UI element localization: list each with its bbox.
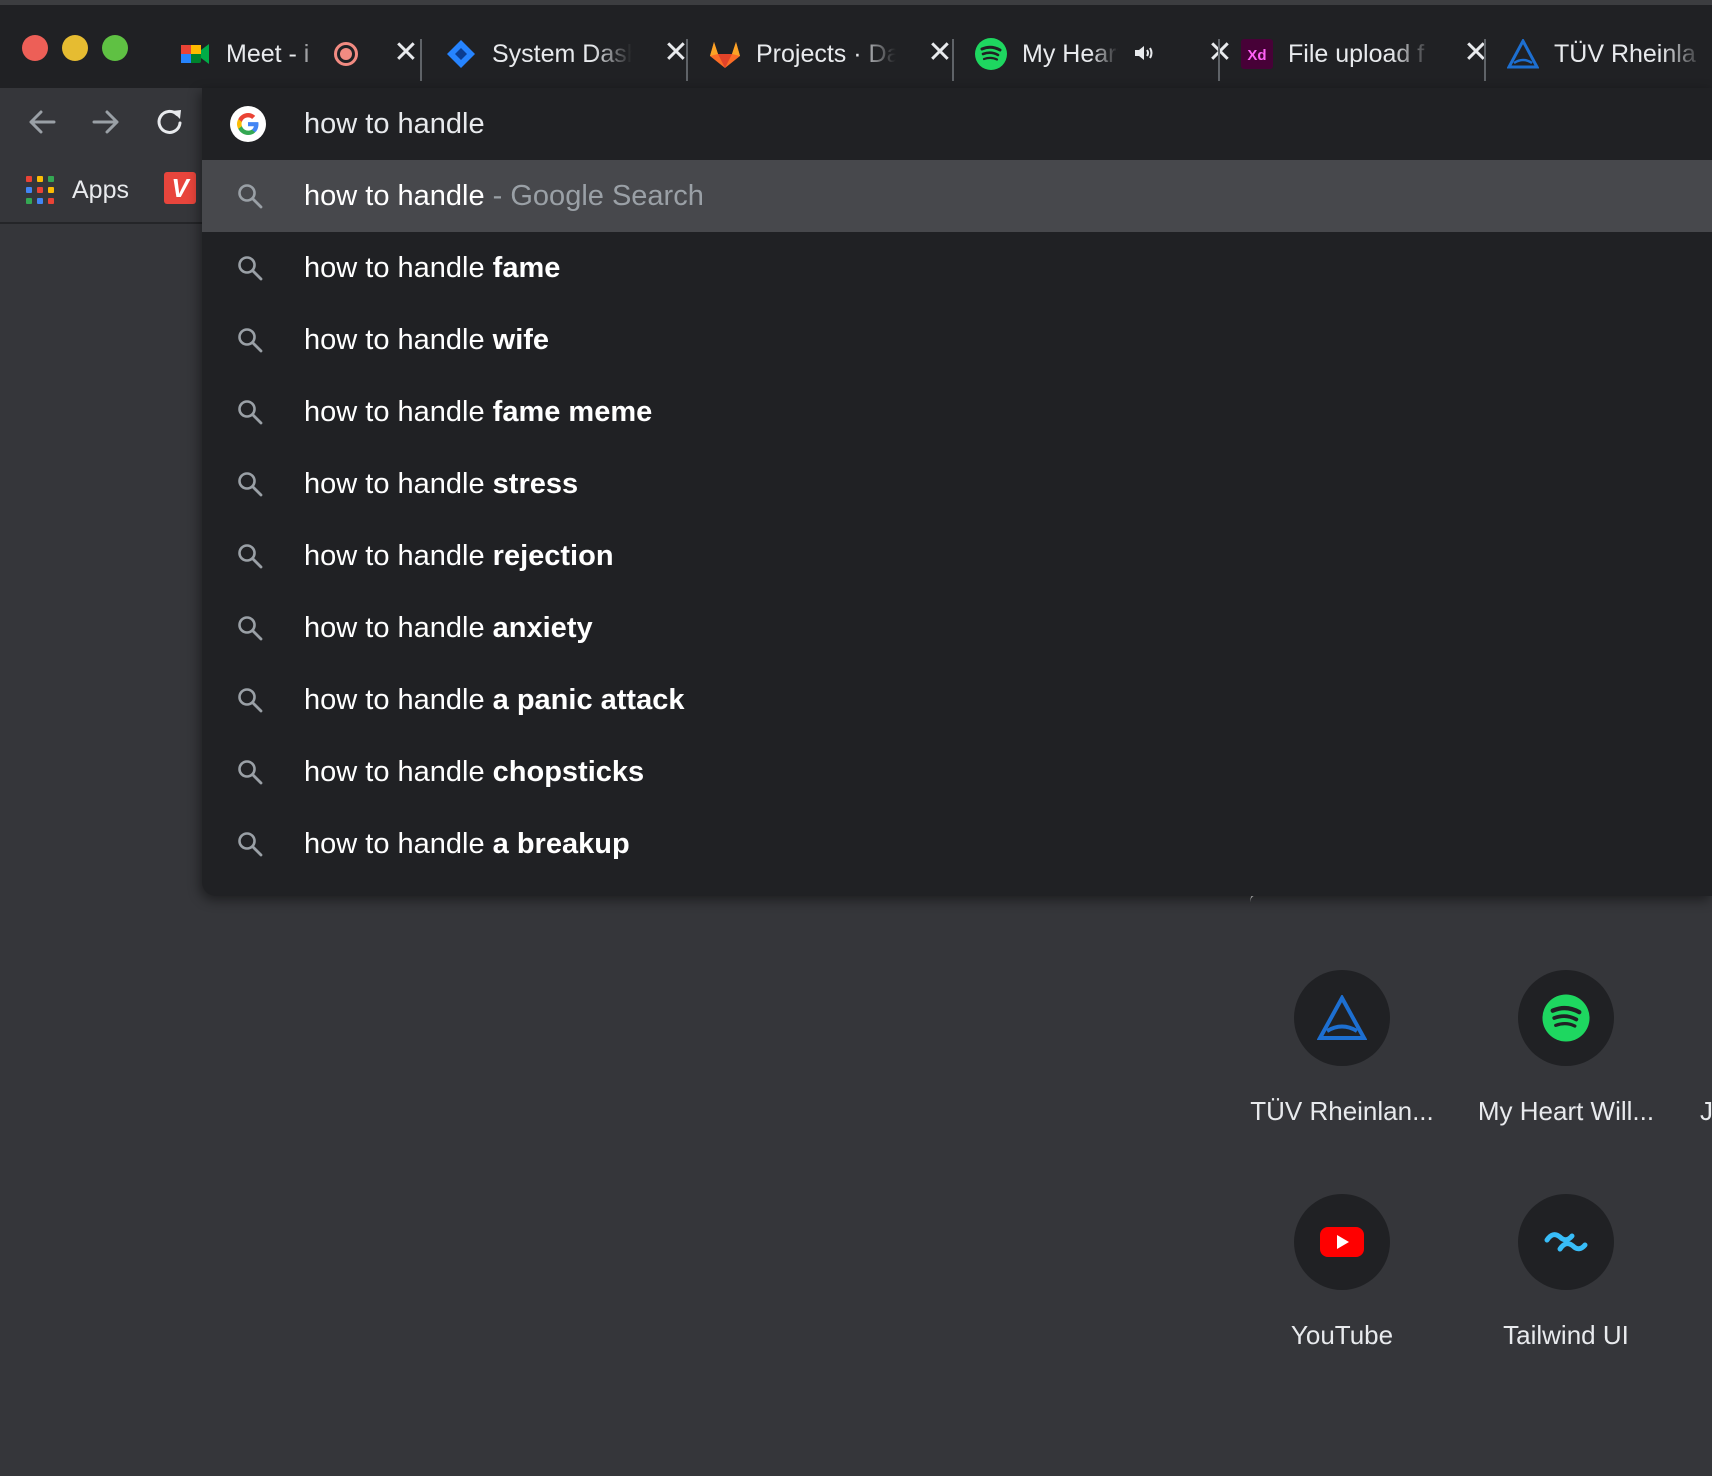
tab-separator: [1218, 39, 1220, 81]
tuv-icon: [1506, 37, 1540, 71]
google-icon: [230, 106, 266, 142]
suggestion-text: how to handle a panic attack: [304, 683, 685, 716]
search-icon: [236, 758, 264, 786]
shortcut-label: TÜV Rheinlan...: [1250, 1096, 1434, 1126]
arrow-left-icon: [29, 110, 56, 134]
search-icon: [236, 182, 264, 210]
tab-spotify[interactable]: My Heart ✕: [974, 27, 1234, 81]
tab-adobe-xd[interactable]: Xd File upload f ✕: [1240, 27, 1500, 81]
tab-title: File upload f: [1288, 39, 1425, 68]
tab-close-button[interactable]: ✕: [392, 38, 420, 68]
tab-title: My Heart: [1022, 39, 1118, 68]
suggestion-text: how to handle chopsticks: [304, 755, 645, 788]
suggestion-list: how to handle - Google Search how to han…: [202, 160, 1712, 880]
bookmark-apps-label: Apps: [72, 175, 129, 204]
tab-title: Projects · Da: [756, 39, 896, 68]
shortcut-label: YouTube: [1290, 1320, 1394, 1350]
tab-title: TÜV Rheinla: [1554, 39, 1696, 68]
omnibox-input-row: [202, 88, 1712, 160]
omnibox-input[interactable]: [304, 102, 1604, 146]
reload-icon: [157, 109, 182, 134]
search-icon: [236, 254, 264, 282]
maximize-window-button[interactable]: [102, 35, 128, 61]
tab-title: Meet - i: [226, 39, 310, 68]
gitlab-icon: [708, 37, 742, 71]
forward-button[interactable]: [86, 102, 126, 142]
tab-separator: [952, 39, 954, 81]
suggestion-row[interactable]: how to handle stress: [202, 448, 1712, 520]
suggestion-row[interactable]: how to handle chopsticks: [202, 736, 1712, 808]
tab-gitlab-projects[interactable]: Projects · Da ✕: [708, 27, 968, 81]
suggestion-row[interactable]: how to handle a breakup: [202, 808, 1712, 880]
adobe-xd-icon: Xd: [1240, 37, 1274, 71]
spotify-icon: [1518, 970, 1614, 1066]
search-icon: [236, 470, 264, 498]
suggestion-text: how to handle rejection: [304, 539, 614, 572]
suggestion-row[interactable]: how to handle fame meme: [202, 376, 1712, 448]
search-icon: [236, 326, 264, 354]
back-button[interactable]: [22, 102, 62, 142]
tab-separator: [1484, 39, 1486, 81]
suggestion-row[interactable]: how to handle a panic attack: [202, 664, 1712, 736]
search-icon: [236, 830, 264, 858]
svg-text:Xd: Xd: [1247, 47, 1266, 64]
tab-system-dashboard[interactable]: System Dash ✕: [444, 27, 704, 81]
tab-meet[interactable]: Meet - i ✕: [178, 27, 438, 81]
search-icon: [236, 542, 264, 570]
search-icon: [236, 398, 264, 426]
suggestion-text: how to handle wife: [304, 323, 550, 356]
tab-close-button[interactable]: ✕: [926, 38, 954, 68]
shortcut-tile[interactable]: Tailwind UI: [1466, 1194, 1666, 1351]
tab-title: System Dash: [492, 39, 632, 68]
suggestion-text: how to handle stress: [304, 467, 579, 500]
recording-icon: [334, 42, 358, 66]
search-icon: [236, 614, 264, 642]
omnibox-dropdown: how to handle - Google Search how to han…: [202, 88, 1712, 896]
suggestion-text: how to handle anxiety: [304, 611, 593, 644]
close-window-button[interactable]: [22, 35, 48, 61]
bookmark-apps[interactable]: Apps: [26, 170, 129, 210]
suggestion-row[interactable]: how to handle anxiety: [202, 592, 1712, 664]
suggestion-text: how to handle - Google Search: [304, 179, 704, 212]
minimize-window-button[interactable]: [62, 35, 88, 61]
spotify-icon: [974, 37, 1008, 71]
tab-separator: [686, 39, 688, 81]
shortcut-label: Tailwind UI: [1503, 1320, 1629, 1350]
suggestion-row[interactable]: how to handle wife: [202, 304, 1712, 376]
youtube-icon: [1294, 1194, 1390, 1290]
suggestion-row[interactable]: how to handle - Google Search: [202, 160, 1712, 232]
search-icon: [236, 686, 264, 714]
suggestion-row[interactable]: how to handle fame: [202, 232, 1712, 304]
shortcut-tile[interactable]: My Heart Will...: [1466, 970, 1666, 1127]
shortcut-tile[interactable]: YouTube: [1242, 1194, 1442, 1351]
tab-tuv[interactable]: TÜV Rheinla: [1506, 27, 1712, 81]
jira-icon: [444, 37, 478, 71]
audio-playing-icon: [1132, 41, 1156, 65]
suggestion-text: how to handle a breakup: [304, 827, 630, 860]
shortcut-tile[interactable]: TÜV Rheinlan...: [1242, 970, 1442, 1127]
shortcut-label: My Heart Will...: [1477, 1096, 1655, 1126]
suggestion-text: how to handle fame: [304, 251, 561, 284]
tuv-icon: [1294, 970, 1390, 1066]
tab-separator: [420, 39, 422, 81]
apps-grid-icon: [26, 176, 54, 204]
arrow-right-icon: [92, 110, 119, 134]
tailwind-icon: [1518, 1194, 1614, 1290]
tab-strip: Meet - i ✕ System Dash ✕ Projects · Da ✕…: [0, 0, 1712, 88]
google-meet-icon: [178, 37, 212, 71]
suggestion-row[interactable]: how to handle rejection: [202, 520, 1712, 592]
vivaldi-bookmark-icon[interactable]: V: [164, 172, 196, 204]
tab-close-button[interactable]: ✕: [1206, 38, 1234, 68]
reload-button[interactable]: [150, 102, 190, 142]
shortcut-label-cut: J: [1700, 1096, 1712, 1126]
suggestion-text: how to handle fame meme: [304, 395, 653, 428]
